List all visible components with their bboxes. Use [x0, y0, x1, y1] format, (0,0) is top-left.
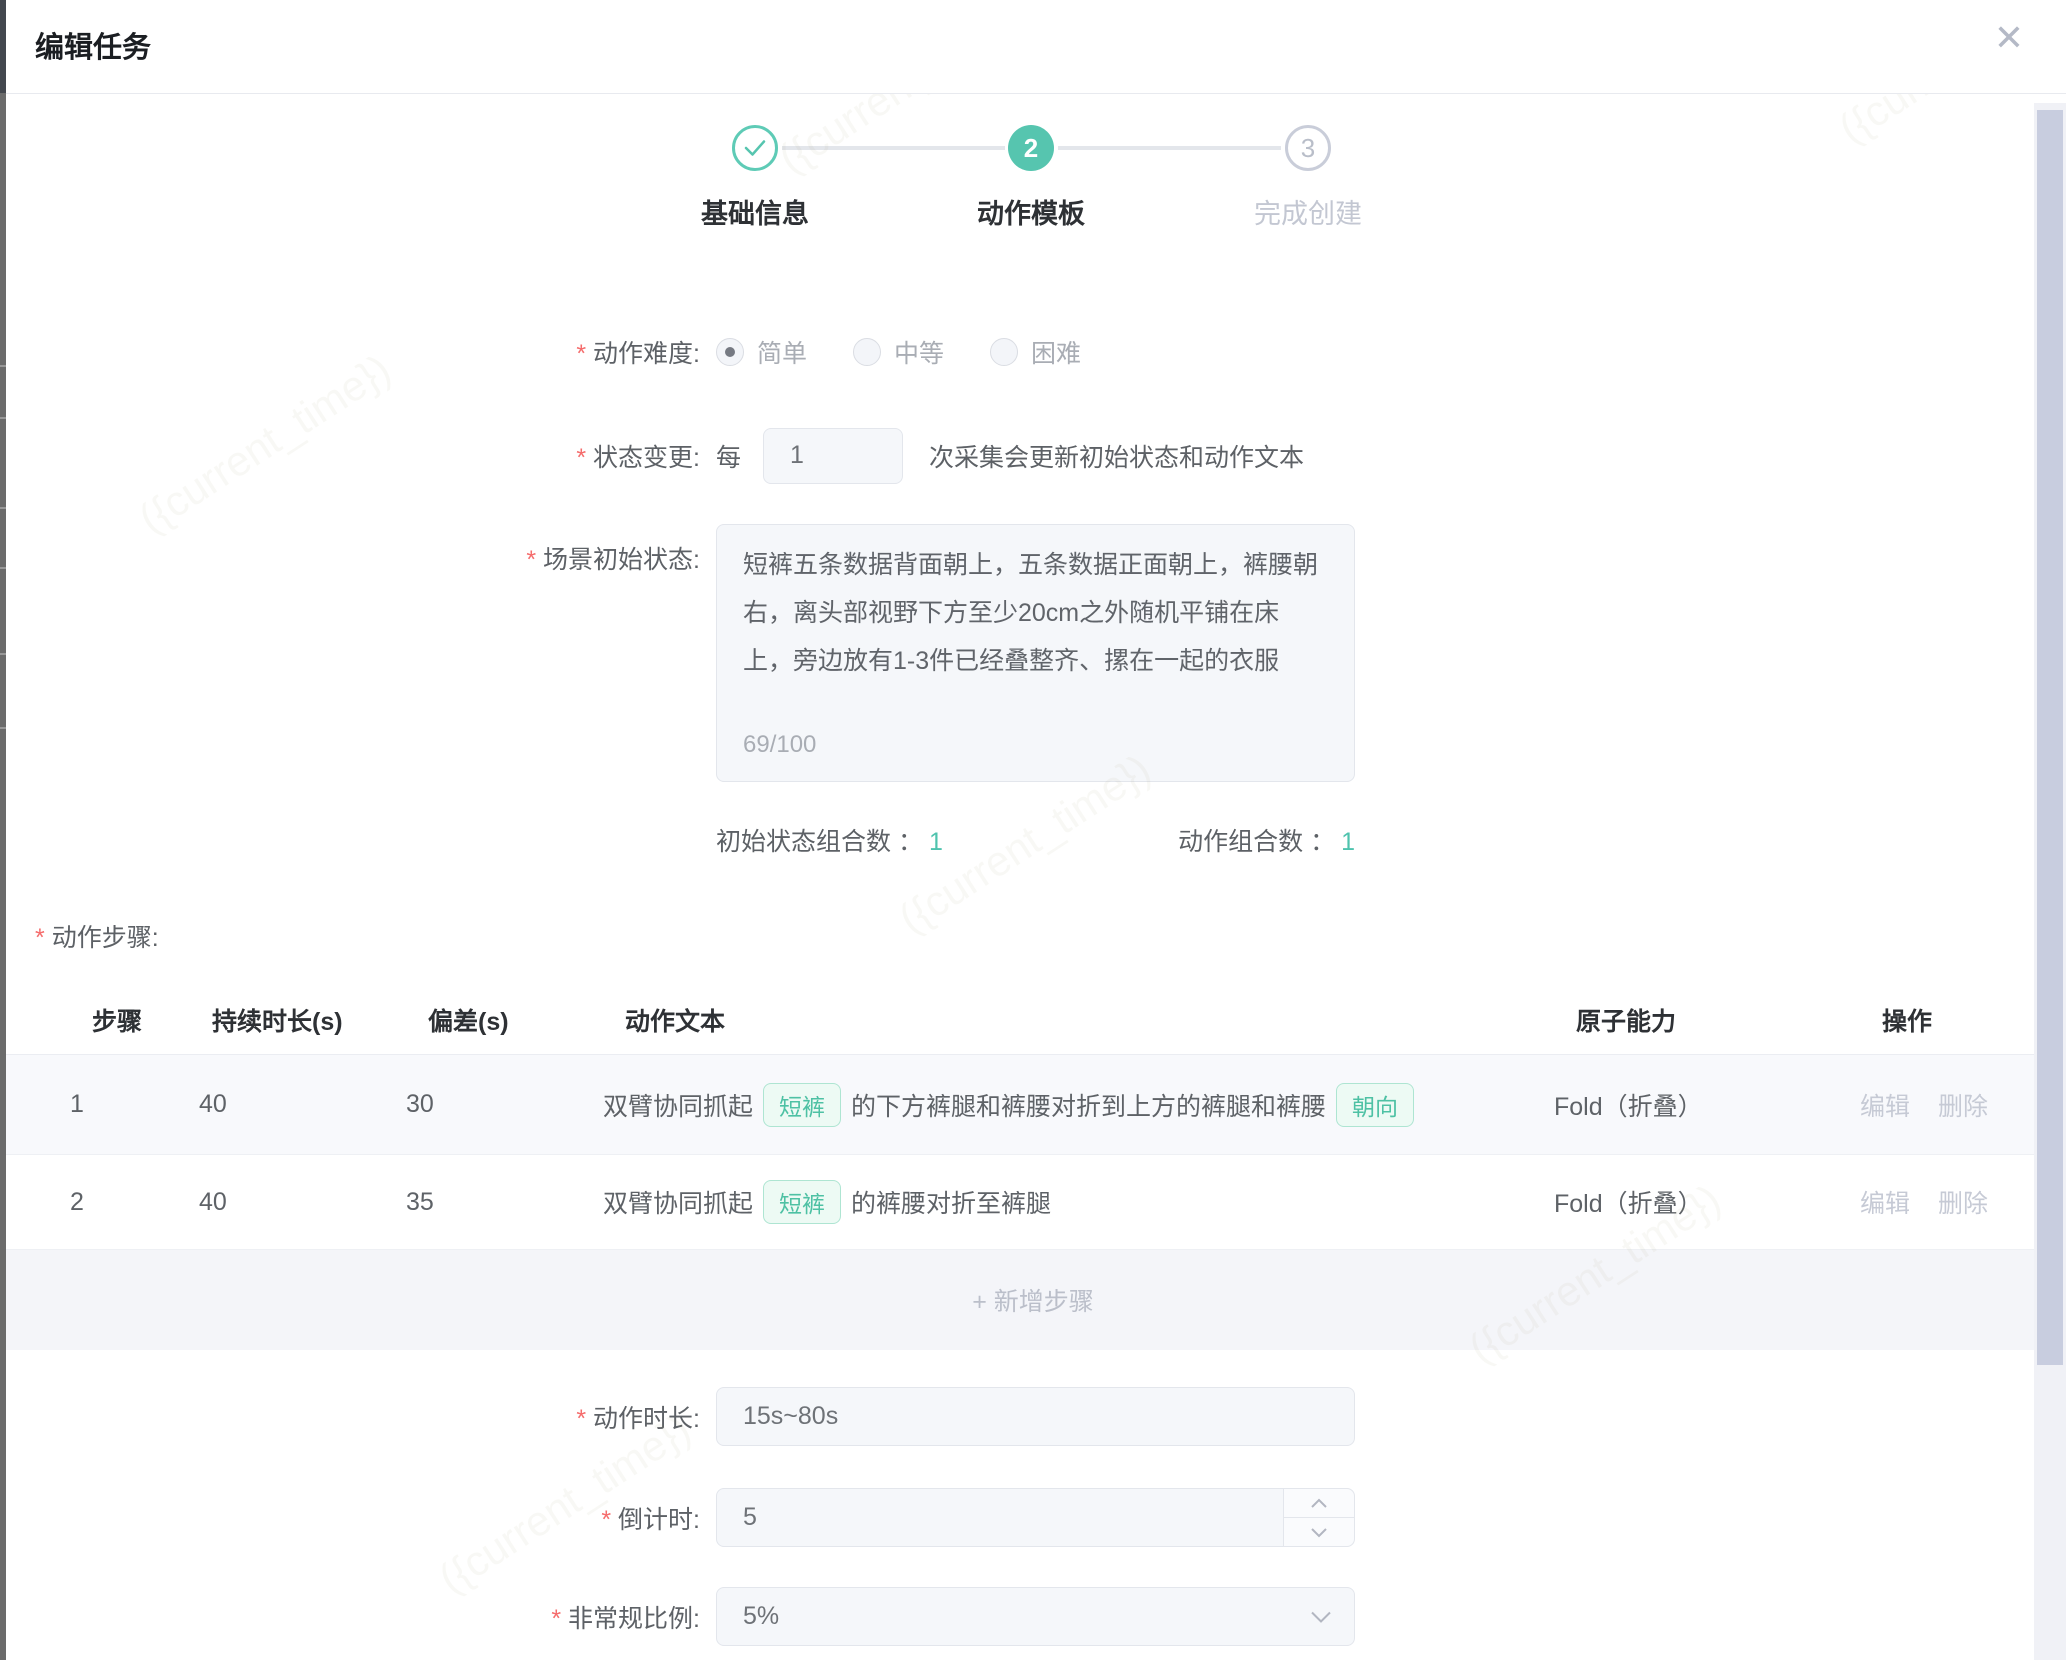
- duration-label: 动作时长:: [0, 1399, 700, 1435]
- state-change-suffix: 次采集会更新初始状态和动作文本: [929, 438, 1304, 474]
- increment-button[interactable]: [1284, 1489, 1354, 1518]
- countdown-value: 5: [743, 1503, 757, 1532]
- chevron-up-icon: [1310, 1498, 1328, 1509]
- countdown-row: 倒计时: 5: [0, 1488, 2066, 1547]
- select-arrow-icon: [1310, 1610, 1332, 1623]
- duration-row: 动作时长: 15s~80s: [0, 1387, 2066, 1446]
- chevron-down-icon: [1310, 1527, 1328, 1538]
- radio-option-medium[interactable]: 中等: [853, 334, 944, 370]
- state-change-value: 1: [790, 441, 804, 470]
- cell-ability: Fold（折叠）: [1547, 1184, 1857, 1220]
- combo-counts: 初始状态组合数 ：1 动作组合数 ：1: [716, 822, 1355, 858]
- object-tag: 短裤: [763, 1180, 841, 1224]
- state-change-input[interactable]: 1: [763, 428, 903, 484]
- add-step-label: + 新增步骤: [972, 1282, 1094, 1318]
- char-counter: 69/100: [743, 721, 816, 769]
- check-icon: [743, 138, 767, 158]
- unusual-ratio-row: 非常规比例: 5%: [0, 1587, 2066, 1646]
- decrement-button[interactable]: [1284, 1518, 1354, 1546]
- initial-state-row: 场景初始状态: 短裤五条数据背面朝上，五条数据正面朝上，裤腰朝右，离头部视野下方…: [0, 524, 2066, 782]
- col-header-action-text: 动作文本: [624, 1002, 1569, 1038]
- stepper-connector: [782, 146, 1005, 150]
- page-edge-strip: [0, 0, 6, 1660]
- delete-link[interactable]: 删除: [1938, 1184, 1988, 1220]
- action-combo-count: 动作组合数 ：1: [1178, 822, 1355, 858]
- initial-combo-value: 1: [929, 828, 943, 856]
- table-row: 2 40 35 双臂协同抓起 短裤 的裤腰对折至裤腿 Fold（折叠） 编辑 删…: [0, 1155, 2066, 1250]
- step-3-circle: 3: [1285, 125, 1331, 171]
- cell-duration: 40: [190, 1188, 397, 1217]
- countdown-input[interactable]: 5: [716, 1488, 1355, 1547]
- cell-deviation: 35: [397, 1188, 602, 1217]
- unusual-ratio-label: 非常规比例:: [0, 1599, 700, 1635]
- action-combo-label: 动作组合数 ：: [1178, 828, 1335, 856]
- radio-icon: [716, 338, 744, 366]
- table-row: 1 40 30 双臂协同抓起 短裤 的下方裤腿和裤腰对折到上方的裤腿和裤腰 朝向…: [0, 1055, 2066, 1155]
- difficulty-label: 动作难度:: [0, 334, 700, 370]
- action-steps-label: 动作步骤:: [35, 918, 159, 954]
- col-header-step: 步骤: [0, 1002, 212, 1038]
- close-icon[interactable]: ✕: [1994, 20, 2024, 56]
- table-header-row: 步骤 持续时长(s) 偏差(s) 动作文本 原子能力 操作: [0, 985, 2066, 1055]
- col-header-deviation: 偏差(s): [419, 1002, 624, 1038]
- action-combo-value: 1: [1341, 828, 1355, 856]
- step-2-label: 动作模板: [921, 192, 1141, 231]
- edit-link[interactable]: 编辑: [1860, 1184, 1910, 1220]
- state-change-label: 状态变更:: [0, 438, 700, 474]
- initial-combo-label: 初始状态组合数 ：: [716, 828, 923, 856]
- initial-combo-count: 初始状态组合数 ：1: [716, 822, 943, 858]
- step-1-circle: [732, 125, 778, 171]
- cell-duration: 40: [190, 1090, 397, 1119]
- radio-option-hard[interactable]: 困难: [990, 334, 1081, 370]
- radio-icon: [990, 338, 1018, 366]
- stepper-connector: [1058, 146, 1281, 150]
- add-step-button[interactable]: + 新增步骤: [0, 1250, 2066, 1350]
- cell-ability: Fold（折叠）: [1547, 1087, 1857, 1123]
- scrollbar-thumb[interactable]: [2037, 110, 2063, 1365]
- col-header-ability: 原子能力: [1569, 1002, 1879, 1038]
- step-2-circle: 2: [1008, 125, 1054, 171]
- difficulty-row: 动作难度: 简单 中等 困难: [0, 324, 2066, 380]
- step-1-label: 基础信息: [645, 192, 865, 231]
- scrollbar-track[interactable]: [2034, 103, 2066, 1660]
- dialog-title: 编辑任务: [35, 24, 151, 66]
- step-number: 3: [1301, 133, 1315, 164]
- state-change-prefix: 每: [716, 438, 741, 474]
- object-tag: 短裤: [763, 1083, 841, 1127]
- radio-icon: [853, 338, 881, 366]
- cell-step: 2: [0, 1188, 190, 1217]
- radio-option-simple[interactable]: 简单: [716, 334, 807, 370]
- edit-link[interactable]: 编辑: [1860, 1087, 1910, 1123]
- duration-value: 15s~80s: [743, 1402, 838, 1431]
- unusual-ratio-value: 5%: [743, 1602, 779, 1631]
- orientation-tag: 朝向: [1336, 1083, 1414, 1127]
- initial-state-text: 短裤五条数据背面朝上，五条数据正面朝上，裤腰朝右，离头部视野下方至少20cm之外…: [743, 551, 1318, 675]
- cell-action-text: 双臂协同抓起 短裤 的裤腰对折至裤腿: [602, 1180, 1547, 1224]
- cell-deviation: 30: [397, 1090, 602, 1119]
- col-header-duration: 持续时长(s): [212, 1002, 419, 1038]
- action-steps-table: 步骤 持续时长(s) 偏差(s) 动作文本 原子能力 操作 1 40 30 双臂…: [0, 985, 2066, 1350]
- step-number: 2: [1024, 133, 1038, 164]
- delete-link[interactable]: 删除: [1938, 1087, 1988, 1123]
- unusual-ratio-select[interactable]: 5%: [716, 1587, 1355, 1646]
- dialog-header: 编辑任务 ✕: [0, 0, 2066, 94]
- state-change-row: 状态变更: 每 1 次采集会更新初始状态和动作文本: [0, 426, 2066, 485]
- step-3-label: 完成创建: [1198, 192, 1418, 231]
- radio-label: 困难: [1031, 334, 1081, 370]
- cell-action-text: 双臂协同抓起 短裤 的下方裤腿和裤腰对折到上方的裤腿和裤腰 朝向: [602, 1083, 1547, 1127]
- initial-state-textarea[interactable]: 短裤五条数据背面朝上，五条数据正面朝上，裤腰朝右，离头部视野下方至少20cm之外…: [716, 524, 1355, 782]
- cell-step: 1: [0, 1090, 190, 1119]
- radio-label: 中等: [894, 334, 944, 370]
- countdown-label: 倒计时:: [0, 1500, 700, 1536]
- initial-state-label: 场景初始状态:: [0, 524, 700, 576]
- radio-label: 简单: [757, 334, 807, 370]
- duration-input[interactable]: 15s~80s: [716, 1387, 1355, 1446]
